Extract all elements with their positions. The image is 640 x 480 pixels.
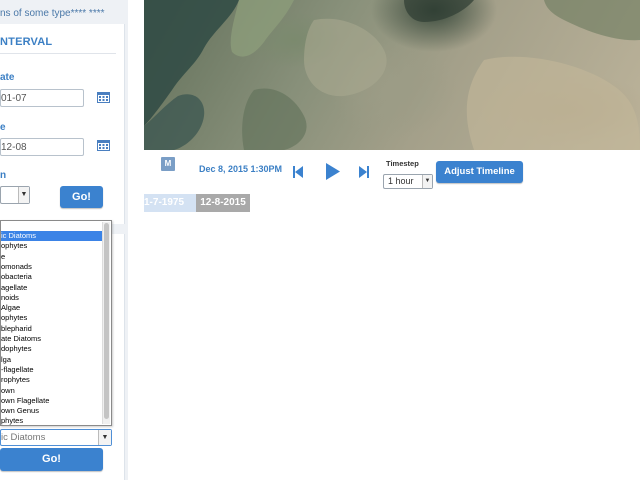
range-end-label: 12-8-2015: [196, 194, 250, 212]
species-option[interactable]: ic Diatoms: [1, 231, 104, 241]
species-option[interactable]: dophytes: [1, 344, 104, 354]
interval-go-button[interactable]: Go!: [60, 186, 103, 208]
interval-title: NTERVAL: [0, 36, 53, 48]
chevron-down-icon: ▼: [98, 430, 111, 445]
species-option[interactable]: rophytes: [1, 375, 104, 385]
map-mode-badge[interactable]: M: [161, 157, 175, 171]
skip-back-icon[interactable]: [293, 165, 303, 178]
species-option[interactable]: obacteria: [1, 272, 104, 282]
species-option[interactable]: own: [1, 386, 104, 396]
calendar-icon[interactable]: [97, 140, 110, 151]
timestep-select[interactable]: 1 hour ▼: [383, 174, 433, 189]
listbox-scrollbar[interactable]: [102, 222, 110, 424]
start-date-input[interactable]: 01-07: [0, 89, 84, 107]
species-option[interactable]: -flagellate: [1, 365, 104, 375]
range-start-label: 1-7-1975: [144, 194, 196, 212]
species-option[interactable]: blepharid: [1, 324, 104, 334]
species-option[interactable]: omonads: [1, 262, 104, 272]
species-option[interactable]: e: [1, 252, 104, 262]
species-option[interactable]: ophytes: [1, 313, 104, 323]
satellite-map[interactable]: [144, 0, 640, 150]
species-select-value: ic Diatoms: [1, 432, 46, 443]
period-select[interactable]: ▼: [0, 186, 30, 204]
species-option[interactable]: Algae: [1, 303, 104, 313]
species-option[interactable]: agellate: [1, 283, 104, 293]
end-date-label: e: [0, 122, 6, 133]
timestep-label: Timestep: [386, 159, 419, 168]
end-date-input[interactable]: 12-08: [0, 138, 84, 156]
chevron-down-icon: ▼: [18, 187, 29, 203]
species-listbox[interactable]: phytes own Genus own Flagellate own rophytes…: [0, 220, 112, 426]
species-go-button[interactable]: Go!: [0, 448, 103, 471]
species-option[interactable]: ophytes: [1, 241, 104, 251]
period-label: n: [0, 170, 7, 181]
species-option[interactable]: own Flagellate: [1, 396, 104, 406]
species-option[interactable]: noids: [1, 293, 104, 303]
map-terrain: [144, 0, 640, 150]
timestep-value: 1 hour: [388, 176, 414, 186]
type-note: ns of some type**** ****: [0, 8, 105, 19]
current-date: Dec 8, 2015 1:30PM: [199, 164, 283, 174]
calendar-icon[interactable]: [97, 92, 110, 103]
species-option[interactable]: ate Diatoms: [1, 334, 104, 344]
chevron-down-icon: ▼: [422, 175, 432, 188]
start-date-label: ate: [0, 72, 15, 83]
play-icon[interactable]: [326, 163, 340, 180]
species-select[interactable]: ic Diatoms ▼: [0, 429, 112, 446]
species-option[interactable]: own Genus: [1, 406, 104, 416]
species-option[interactable]: phytes: [1, 416, 104, 425]
adjust-timeline-button[interactable]: Adjust Timeline: [436, 161, 523, 183]
species-option[interactable]: lga: [1, 355, 104, 365]
scrollbar-thumb[interactable]: [104, 223, 109, 419]
skip-forward-icon[interactable]: [359, 165, 369, 178]
interval-divider: [0, 53, 116, 54]
